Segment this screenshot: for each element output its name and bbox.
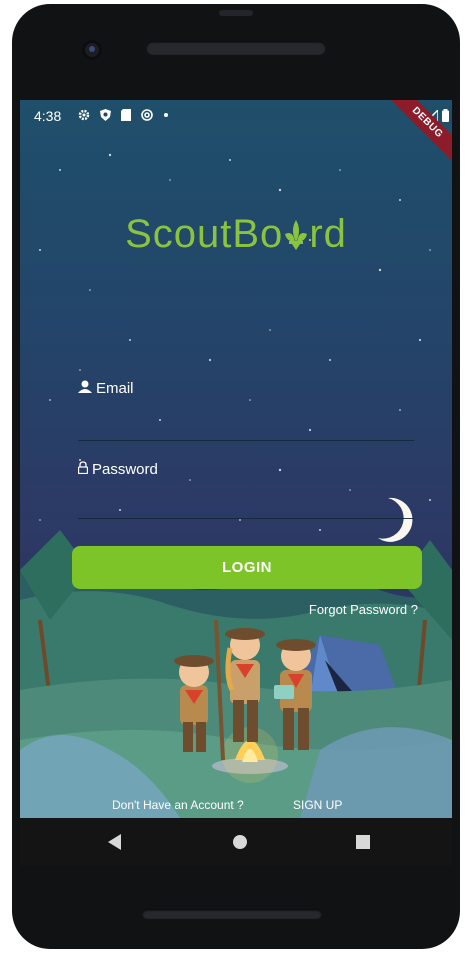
password-field[interactable] — [78, 518, 414, 519]
front-camera — [82, 40, 102, 60]
status-time: 4:38 — [34, 108, 62, 124]
gear-icon — [78, 108, 90, 124]
at-sign-icon — [141, 108, 153, 124]
email-field-label[interactable]: Email — [78, 380, 134, 397]
login-button[interactable]: LOGIN — [72, 546, 422, 589]
fleur-de-lis-icon — [283, 212, 309, 256]
email-field[interactable] — [78, 440, 414, 441]
top-notch — [219, 10, 253, 16]
status-icons-left — [78, 108, 169, 124]
app-logo: ScoutBo rd — [20, 212, 452, 257]
logo-text-start: ScoutBo — [125, 212, 284, 256]
status-bar: 4:38 — [20, 100, 452, 132]
bottom-speaker — [142, 909, 322, 919]
android-nav-bar — [20, 818, 452, 866]
dot-icon — [163, 108, 169, 124]
email-label: Email — [96, 380, 134, 397]
sign-up-link[interactable]: SIGN UP — [293, 798, 342, 812]
battery-icon — [442, 109, 449, 125]
person-icon — [78, 380, 92, 397]
phone-frame: 4:38 DEBUG ScoutBo rd Email Password LOG… — [12, 4, 460, 949]
recents-icon[interactable] — [356, 835, 370, 849]
back-icon[interactable] — [108, 834, 121, 850]
logo-text-end: rd — [309, 212, 347, 256]
campfire-background-illustration — [20, 153, 452, 818]
password-label: Password — [92, 461, 158, 478]
home-icon[interactable] — [233, 835, 247, 849]
sd-card-icon — [121, 108, 131, 124]
earpiece-speaker — [146, 41, 326, 55]
app-screen: 4:38 DEBUG ScoutBo rd Email Password LOG… — [20, 100, 452, 818]
no-account-text: Don't Have an Account ? — [112, 798, 244, 812]
forgot-password-link[interactable]: Forgot Password ? — [309, 602, 418, 617]
lock-icon — [77, 461, 89, 478]
password-field-label[interactable]: Password — [77, 461, 158, 478]
shield-icon — [100, 108, 111, 124]
